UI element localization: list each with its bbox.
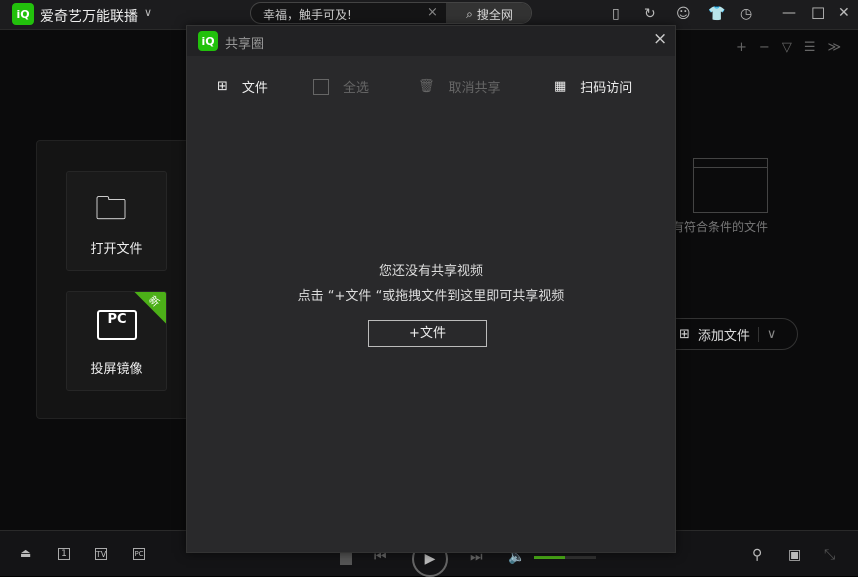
list-toolbar: +−▽ ☰ ≫ [736,40,841,55]
volume-fill [534,556,565,559]
checkbox-icon [313,79,329,95]
empty-folder-icon [693,158,768,213]
empty-hint: 点击 “+文件 “或拖拽文件到这里即可共享视频 [187,285,675,304]
file-plus-icon: ⊞ [679,327,690,342]
scan-access-label: 扫码访问 [580,77,632,96]
clear-icon[interactable]: × [427,5,438,20]
add-file-button[interactable]: ⊞ 添加文件 ∨ [660,318,798,350]
chevron-down-icon[interactable]: ∨ [758,327,777,342]
add-file-tool[interactable]: ⊞ 文件 [217,77,268,96]
search-input[interactable]: 幸福，触手可及! [263,6,352,23]
dialog-logo: iQ [198,31,218,51]
file-plus-icon: ⊞ [217,79,228,94]
app-logo: iQ [12,3,34,25]
search-box: 幸福，触手可及! × ⌕ 搜全网 [250,2,532,24]
skin-icon[interactable]: 👕 [708,6,725,22]
phone-icon[interactable]: ▯ [612,6,620,22]
search-icon: ⌕ [466,7,473,22]
add-icon[interactable]: + [736,40,747,55]
dialog-title: 共享圈 [225,33,264,52]
empty-title: 您还没有共享视频 [187,260,675,279]
filter-icon[interactable]: ▽ [782,40,792,55]
left-panel: 🗀 打开文件 新 PC 投屏镜像 [36,140,192,419]
fullscreen-icon[interactable]: ⤡ [824,547,835,563]
pc-cast-icon[interactable]: PC [133,548,145,560]
pc-mirror-icon: PC [97,310,137,340]
sync-icon[interactable]: ↻ [644,6,656,22]
single-screen-icon[interactable]: 1 [58,548,70,560]
trash-icon: 🗑 [418,79,435,94]
history-icon[interactable]: ◷ [740,6,752,22]
qr-code-icon: ▦ [554,79,566,94]
dialog-close-button[interactable]: × [653,29,667,49]
share-circle-dialog: iQ 共享圈 × ⊞ 文件 全选 🗑 取消共享 ▦ 扫码访问 您还没有共享视频 点击 … [186,25,676,553]
chevron-down-icon[interactable]: ∨ [144,6,152,19]
select-all-label: 全选 [343,77,369,96]
search-button-label: 搜全网 [477,6,513,23]
select-all-tool[interactable]: 全选 [313,77,369,96]
tv-cast-icon[interactable]: TV [95,548,107,560]
search-all-button[interactable]: ⌕ 搜全网 [446,3,532,24]
dialog-header: iQ 共享圈 × [187,26,675,56]
file-tool-label: 文件 [242,77,268,96]
folder-icon: 🗀 [95,186,127,240]
eject-icon[interactable]: ⏏ [20,546,31,560]
close-button[interactable]: ✕ [838,5,850,21]
toolbox-icon[interactable]: ▣ [788,547,801,563]
open-file-card[interactable]: 🗀 打开文件 [66,171,167,271]
user-icon[interactable]: ☺ [676,6,691,22]
list-icon[interactable]: ☰ [804,40,816,55]
foot-icon[interactable]: ⚲ [752,547,762,563]
collapse-icon[interactable]: ≫ [827,40,841,55]
screen-mirror-card[interactable]: 新 PC 投屏镜像 [66,291,167,391]
scan-access-tool[interactable]: ▦ 扫码访问 [554,77,632,96]
app-title[interactable]: 爱奇艺万能联播 [40,6,138,26]
add-file-dialog-button[interactable]: +文件 [368,320,487,347]
remove-icon[interactable]: − [759,40,770,55]
open-file-label: 打开文件 [67,238,166,257]
add-file-label: 添加文件 [698,325,750,344]
maximize-button[interactable]: ☐ [811,4,825,23]
screen-mirror-label: 投屏镜像 [67,358,166,377]
cancel-share-tool[interactable]: 🗑 取消共享 [418,77,501,96]
minimize-button[interactable]: — [782,5,796,21]
empty-list-text: 没有符合条件的文件 [660,218,768,235]
stop-icon[interactable] [340,553,352,565]
cancel-share-label: 取消共享 [449,77,501,96]
volume-slider[interactable] [534,556,596,559]
